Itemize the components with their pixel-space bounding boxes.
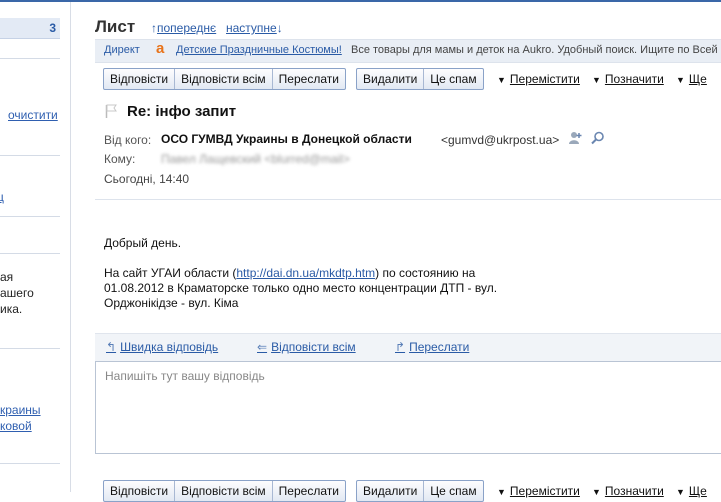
mark-dropdown[interactable]: ▼ Позначити: [592, 72, 664, 86]
ad-text: Все товары для мамы и деток на Aukro. Уд…: [351, 44, 718, 56]
divider: [0, 58, 60, 59]
greeting: Добрый день.: [104, 236, 182, 250]
sender-email: <gumvd@ukrpost.ua>: [441, 133, 560, 147]
reply-all-button[interactable]: Відповісти всім: [175, 481, 273, 501]
reply-button[interactable]: Відповісти: [104, 69, 176, 89]
unread-count: 3: [49, 21, 56, 35]
reply-all-arrow-icon: ⇐: [257, 340, 268, 354]
delete-button-group-bottom: Видалити Це спам: [356, 480, 484, 502]
divider: [0, 253, 60, 254]
reply-button-group-bottom: Відповісти Відповісти всім Переслати: [103, 480, 346, 502]
caret-down-icon: ▼: [497, 75, 506, 85]
divider: [0, 216, 60, 217]
divider: [0, 155, 60, 156]
message-subject: Re: інфо запит: [127, 103, 237, 120]
add-contact-icon[interactable]: [568, 131, 582, 145]
sidebar-link[interactable]: краины: [0, 402, 41, 418]
caret-down-icon: ▼: [676, 75, 685, 85]
reply-all-button[interactable]: Відповісти всім: [175, 69, 273, 89]
prev-link[interactable]: попереднє: [157, 21, 216, 35]
divider: [0, 463, 60, 464]
sidebar-link[interactable]: ковой: [0, 418, 41, 434]
forward-button[interactable]: Переслати: [273, 69, 345, 89]
sidebar-link[interactable]: ц: [0, 190, 4, 204]
forward-arrow-icon: ↱: [395, 340, 406, 354]
sidebar-links: краины ковой: [0, 402, 41, 434]
flag-icon[interactable]: [105, 104, 117, 118]
from-label: Від кого:: [104, 133, 152, 147]
reply-arrow-icon: ↰: [106, 340, 117, 354]
mark-dropdown[interactable]: ▼ Позначити: [592, 484, 664, 498]
body-line-3: Орджонікідзе - вул. Кіма: [104, 296, 239, 310]
spam-button[interactable]: Це спам: [424, 481, 482, 501]
clear-link[interactable]: очистити: [8, 108, 58, 122]
next-link[interactable]: наступне: [226, 21, 277, 35]
spam-button[interactable]: Це спам: [424, 69, 482, 89]
more-dropdown[interactable]: ▼ Ще: [676, 72, 707, 86]
caret-down-icon: ▼: [676, 487, 685, 497]
delete-button[interactable]: Видалити: [357, 481, 425, 501]
body-line-1: На сайт УГАИ области (http://dai.dn.ua/m…: [104, 266, 476, 280]
search-icon[interactable]: [591, 131, 605, 145]
sidebar-folder-item[interactable]: 3: [0, 18, 60, 39]
ad-link[interactable]: Детские Праздничные Костюмы!: [176, 44, 342, 56]
caret-down-icon: ▼: [592, 75, 601, 85]
delete-button[interactable]: Видалити: [357, 69, 425, 89]
caret-down-icon: ▼: [497, 487, 506, 497]
forward-link[interactable]: ↱ Переслати: [395, 340, 469, 354]
page-title: Лист: [95, 17, 136, 36]
ad-bar: Директ a Детские Праздничные Костюмы! Вс…: [95, 39, 721, 63]
ad-label[interactable]: Директ: [104, 44, 140, 56]
message-date: Сьогодні, 14:40: [104, 172, 190, 186]
sender-name[interactable]: ОСО ГУМВД Украины в Донецкой области: [161, 132, 412, 146]
reply-bar: ↰ Швидка відповідь ⇐ Відповісти всім ↱ Пере…: [95, 333, 721, 361]
delete-button-group: Видалити Це спам: [356, 68, 484, 90]
move-dropdown[interactable]: ▼ Перемістити: [497, 72, 580, 86]
arrow-down-icon: ↓: [276, 21, 283, 35]
divider: [0, 348, 60, 349]
prev-nav[interactable]: ↑попереднє: [151, 21, 216, 35]
reply-textarea[interactable]: Напишіть тут вашу відповідь: [95, 361, 721, 454]
caret-down-icon: ▼: [592, 487, 601, 497]
header-divider: [95, 199, 721, 200]
reply-placeholder: Напишіть тут вашу відповідь: [105, 369, 265, 383]
quick-reply-link[interactable]: ↰ Швидка відповідь: [106, 340, 218, 354]
recipient: Павел Лащевский <blurred@mail>: [161, 152, 350, 166]
top-border: [0, 0, 721, 2]
body-link[interactable]: http://dai.dn.ua/mkdtp.htm: [236, 266, 375, 280]
next-nav[interactable]: наступне↓: [226, 21, 283, 35]
aukro-logo-icon: a: [156, 40, 165, 57]
to-label: Кому:: [104, 152, 136, 166]
sidebar-text: ая ашего ика.: [0, 270, 34, 316]
reply-all-link[interactable]: ⇐ Відповісти всім: [257, 340, 356, 354]
more-dropdown[interactable]: ▼ Ще: [676, 484, 707, 498]
left-sidebar: 3 очистити ц ая ашего ика. краины ковой: [0, 2, 71, 492]
body-line-2: 01.08.2012 в Краматорске только одно мес…: [104, 281, 498, 295]
reply-button[interactable]: Відповісти: [104, 481, 176, 501]
reply-button-group: Відповісти Відповісти всім Переслати: [103, 68, 346, 90]
forward-button[interactable]: Переслати: [273, 481, 345, 501]
move-dropdown[interactable]: ▼ Перемістити: [497, 484, 580, 498]
